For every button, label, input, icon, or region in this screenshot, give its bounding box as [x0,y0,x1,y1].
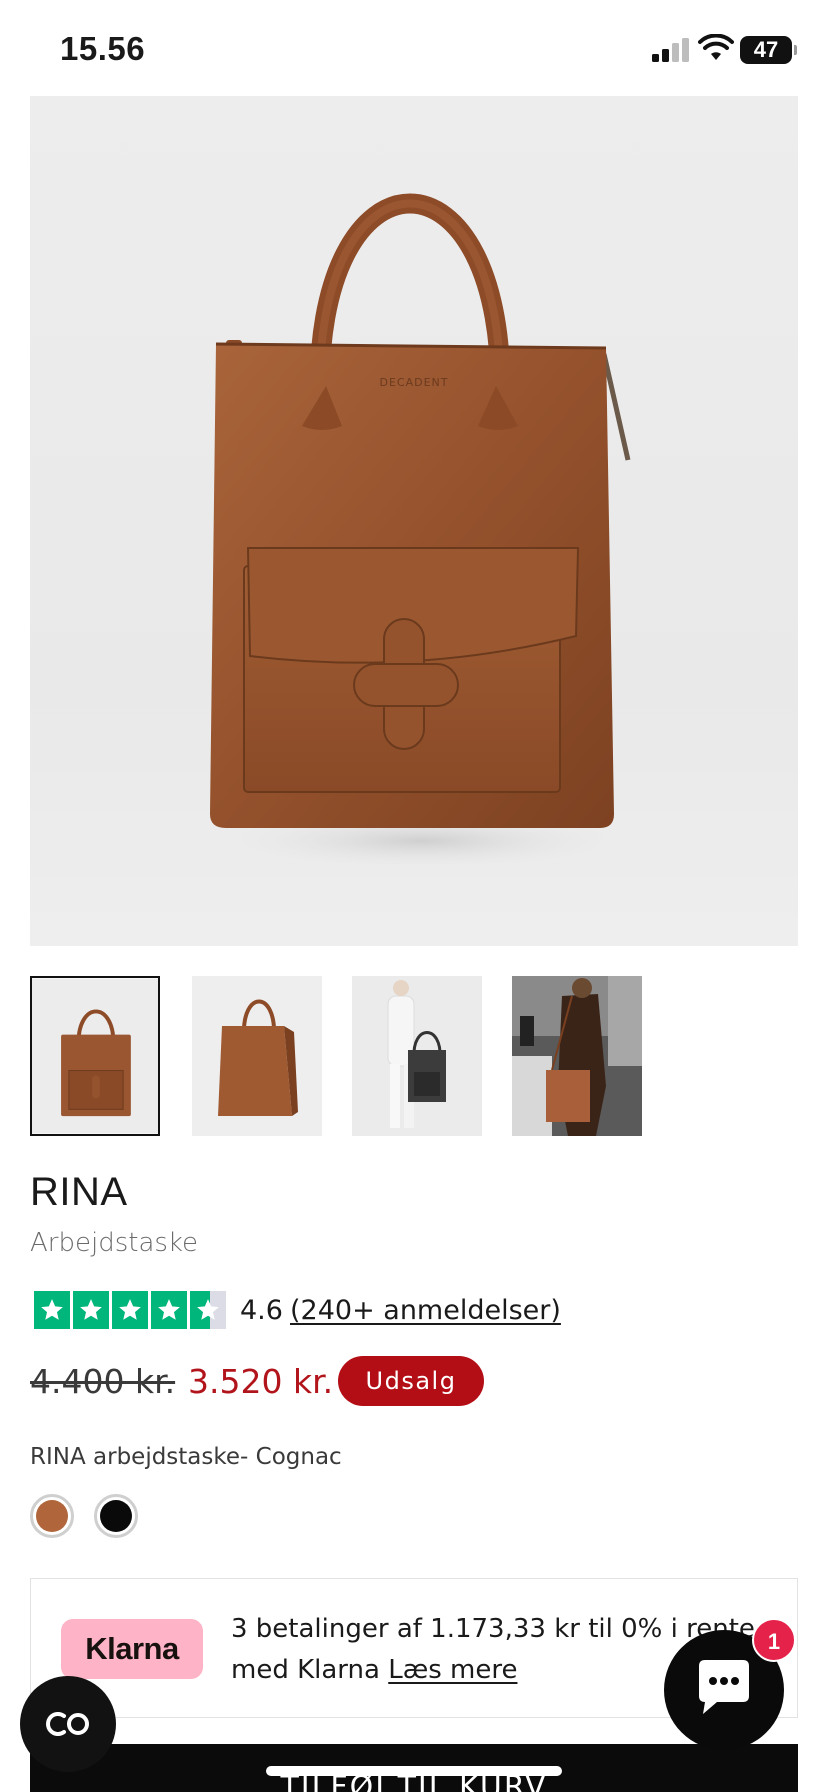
swatch-cognac[interactable] [30,1494,74,1538]
chat-bubble-icon [699,1660,749,1714]
product-title: RINA [30,1170,128,1214]
reviews-link[interactable]: (240+ anmeldelser) [290,1295,561,1326]
original-price: 4.400 kr. [30,1362,176,1401]
swatch-cognac-fill [36,1500,68,1532]
chat-notification-badge: 1 [752,1618,796,1662]
half-star-icon [190,1291,226,1329]
swatch-black-fill [100,1500,132,1532]
wifi-icon [698,34,734,60]
variant-label: RINA arbejdstaske- Cognac [30,1444,342,1470]
status-time: 15.56 [60,30,146,67]
star-icon [73,1291,109,1329]
star-icon [112,1291,148,1329]
thumbnail-3[interactable] [352,976,482,1136]
co-logo-icon [46,1712,89,1736]
model-cognac-bag-thumbnail-icon [512,976,642,1136]
battery-indicator: 47 [740,36,797,64]
thumbnail-strip [30,976,798,1136]
bag-logo-stamp: DECADENT [380,376,449,389]
product-subtitle: Arbejdstaske [30,1228,199,1258]
thumbnail-4[interactable] [512,976,642,1136]
product-main-image[interactable]: DECADENT [30,96,798,946]
rating-value: 4.6 [240,1295,283,1326]
klarna-text-prefix: med Klarna [231,1655,380,1685]
klarna-read-more-link[interactable]: Læs mere [388,1655,517,1685]
thumbnail-1[interactable] [30,976,160,1136]
swatch-black[interactable] [94,1494,138,1538]
trustpilot-stars[interactable] [34,1291,226,1329]
cellular-signal-icon [652,38,689,62]
star-icon [34,1291,70,1329]
co-accessibility-button[interactable] [20,1676,116,1772]
star-icon [151,1291,187,1329]
sale-price: 3.520 kr. [188,1362,334,1401]
status-bar: 15.56 47 [0,0,828,96]
sale-badge: Udsalg [338,1356,484,1406]
bag-front-thumbnail-icon [32,978,158,1134]
model-black-bag-thumbnail-icon [352,976,482,1136]
bag-image-icon: DECADENT [210,193,632,871]
home-indicator [266,1766,562,1776]
bag-side-thumbnail-icon [192,976,322,1136]
thumbnail-2[interactable] [192,976,322,1136]
klarna-logo: Klarna [61,1619,203,1679]
